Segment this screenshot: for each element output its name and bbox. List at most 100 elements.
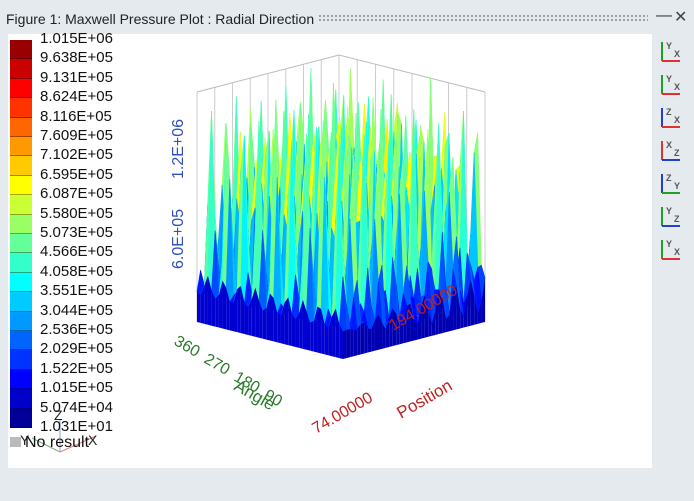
surface-side <box>346 329 351 359</box>
legend-band <box>10 98 32 118</box>
legend-band <box>10 59 32 79</box>
svg-text:X: X <box>674 247 680 257</box>
svg-text:Y: Y <box>666 41 672 51</box>
view-xz-icon[interactable]: ZX <box>654 103 684 133</box>
surface-side <box>270 293 274 342</box>
legend-label: 9.131E+05 <box>40 68 113 86</box>
legend-band <box>10 78 32 99</box>
svg-text:Y: Y <box>666 206 672 216</box>
surface-side <box>332 308 336 358</box>
legend-label: 7.102E+05 <box>40 146 113 164</box>
surface-side <box>244 302 249 335</box>
svg-text:Z: Z <box>674 148 680 158</box>
legend-label: 4.566E+05 <box>40 243 113 261</box>
surface-side <box>222 280 227 330</box>
no-result-swatch <box>10 437 21 447</box>
legend-label: 3.551E+05 <box>40 282 113 300</box>
legend-band <box>10 389 32 409</box>
surface-side <box>215 295 219 328</box>
legend-band <box>10 253 32 273</box>
surface-side <box>357 323 361 356</box>
surface-side <box>360 322 365 355</box>
legend-label: 9.638E+05 <box>40 49 113 67</box>
legend-band <box>10 195 32 215</box>
legend-band <box>10 137 32 157</box>
view-yz-icon[interactable]: ZY <box>654 169 684 199</box>
legend-band <box>10 117 32 137</box>
surface-side <box>350 329 354 358</box>
legend-band <box>10 369 32 390</box>
view-xy-icon[interactable]: YX <box>654 37 684 67</box>
angle-tick-label: 360 <box>171 333 203 361</box>
svg-text:Y: Y <box>666 239 672 249</box>
no-result-legend: No result <box>10 434 89 452</box>
surface-side <box>324 324 329 356</box>
legend-label: 1.015E+06 <box>40 30 113 47</box>
legend-band <box>10 292 32 312</box>
svg-text:Z: Z <box>666 107 672 117</box>
legend-band <box>10 175 32 196</box>
svg-text:X: X <box>674 49 680 59</box>
legend-band <box>10 272 32 293</box>
surface-side <box>237 286 241 334</box>
view-negx-z-icon[interactable]: XZ <box>654 136 684 166</box>
legend-band <box>10 40 32 60</box>
position-tick-label: 74.00000 <box>310 389 376 437</box>
legend-label: 5.580E+05 <box>40 204 113 222</box>
svg-text:Y: Y <box>666 74 672 84</box>
window-title: Figure 1: Maxwell Pressure Plot : Radial… <box>6 11 315 27</box>
color-legend-bar <box>10 40 32 428</box>
legend-label: 1.522E+05 <box>40 359 113 377</box>
svg-text:Y: Y <box>674 181 680 191</box>
no-result-label: No result <box>25 434 90 451</box>
legend-label: 8.116E+05 <box>40 107 112 125</box>
angle-tick-label: 270 <box>201 351 233 379</box>
svg-text:X: X <box>666 140 672 150</box>
legend-label: 5.074E+04 <box>40 398 113 416</box>
svg-text:Z: Z <box>674 214 680 224</box>
legend-label: 2.029E+05 <box>40 340 113 358</box>
surface-side <box>197 291 201 323</box>
surface-side <box>353 329 358 357</box>
z-tick-label: 1.2E+06 <box>170 119 187 179</box>
svg-text:Z: Z <box>666 173 672 183</box>
position-axis-label: Position <box>394 376 456 423</box>
legend-label: 3.044E+05 <box>40 301 113 319</box>
legend-label: 5.073E+05 <box>40 224 113 241</box>
surface-side <box>343 329 347 359</box>
legend-label: 2.536E+05 <box>40 321 113 338</box>
legend-label: 8.624E+05 <box>40 88 113 106</box>
legend-band <box>10 350 32 370</box>
view-negy-z-icon[interactable]: YZ <box>654 202 684 232</box>
legend-label: 7.609E+05 <box>40 127 113 144</box>
surface-side <box>317 306 322 354</box>
legend-band <box>10 234 32 254</box>
drag-handle[interactable] <box>318 14 648 23</box>
surface-side <box>229 301 234 332</box>
surface-side <box>277 313 281 344</box>
view-x-negy-icon[interactable]: YX <box>654 70 684 100</box>
legend-band <box>10 331 32 351</box>
legend-band <box>10 408 32 428</box>
surface-side <box>374 315 379 351</box>
surface-side <box>310 321 314 352</box>
legend-band <box>10 311 32 331</box>
plot-area[interactable]: 1.2E+06 6.0E+05 360 270 180 90 Angle 194.00000 7… <box>8 30 652 468</box>
view-iso-icon[interactable]: YX <box>654 235 684 265</box>
legend-label: 6.595E+05 <box>40 165 113 183</box>
surface-side <box>291 313 296 347</box>
minimize-button[interactable]: — <box>656 7 672 25</box>
svg-text:X: X <box>674 115 680 125</box>
z-tick-label: 6.0E+05 <box>170 209 187 269</box>
legend-label: 4.058E+05 <box>40 262 113 280</box>
surface-side <box>284 297 289 346</box>
box-edge <box>196 54 486 93</box>
legend-band <box>10 214 32 234</box>
legend-label: 6.087E+05 <box>40 185 113 203</box>
svg-text:X: X <box>674 82 680 92</box>
surface-side <box>262 308 267 340</box>
close-button[interactable]: ✕ <box>674 7 687 27</box>
view-toolbar: YXYXZXXZZYYZYX <box>652 34 688 268</box>
legend-band <box>10 156 32 176</box>
legend-label: 1.031E+01 <box>40 418 113 435</box>
